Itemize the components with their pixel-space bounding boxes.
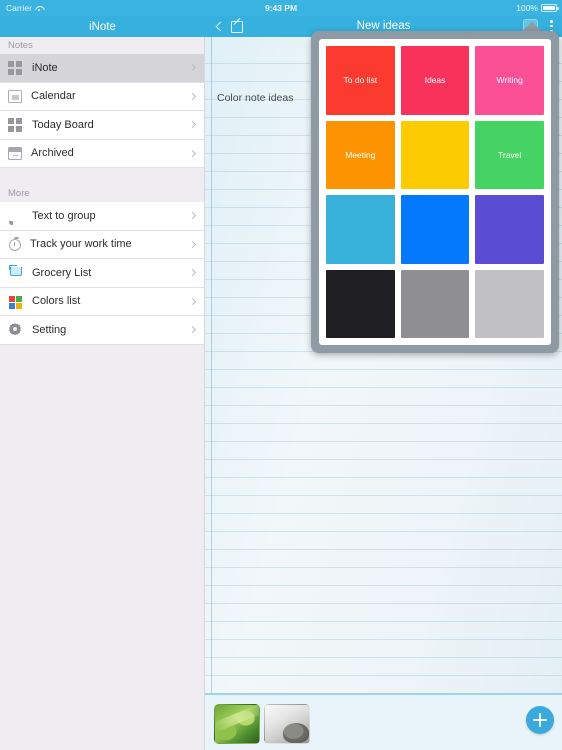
- margin-line: [211, 37, 212, 693]
- color-swatch-4[interactable]: Meeting: [326, 120, 395, 189]
- status-bar-right: 100%: [516, 3, 559, 13]
- speech-bubble-icon: [8, 208, 23, 223]
- sidebar-item-inote[interactable]: iNote: [0, 54, 204, 83]
- color-swatch-label: Ideas: [424, 75, 446, 86]
- ruled-line: [205, 477, 562, 478]
- ruled-line: [205, 369, 562, 370]
- color-swatch-label: Writing: [496, 75, 523, 86]
- sidebar-item-track-work-time[interactable]: Track your work time: [0, 230, 204, 259]
- color-swatch-9[interactable]: [475, 195, 544, 264]
- ruled-line: [205, 621, 562, 622]
- sidebar-item-grocery-list[interactable]: Grocery List: [0, 259, 204, 288]
- color-picker-popup: To do list Ideas Writing Meeting Travel: [311, 31, 559, 353]
- sidebar-item-label: Text to group: [32, 209, 96, 222]
- color-swatch-10[interactable]: [326, 269, 395, 338]
- archive-box-icon: [8, 147, 22, 161]
- sidebar-item-label: Setting: [32, 323, 67, 336]
- sidebar-item-label: Colors list: [32, 295, 81, 308]
- sidebar-item-label: Today Board: [32, 118, 94, 131]
- chevron-right-icon: [188, 212, 197, 220]
- shopping-cart-icon: [8, 265, 23, 280]
- sidebar-item-label: Grocery List: [32, 266, 92, 279]
- sidebar-section-header-more: More: [8, 188, 30, 199]
- ruled-line: [205, 513, 562, 514]
- chevron-right-icon: [188, 297, 197, 305]
- sidebar-item-setting[interactable]: Setting: [0, 316, 204, 345]
- color-swatch-11[interactable]: [400, 269, 470, 338]
- sidebar-item-label: Calendar: [31, 90, 76, 103]
- plus-icon[interactable]: [526, 706, 554, 734]
- color-swatch-12[interactable]: [475, 269, 544, 338]
- battery-icon: [541, 4, 559, 12]
- chevron-right-icon: [188, 240, 197, 248]
- color-swatch-3[interactable]: Writing: [475, 46, 544, 115]
- ruled-line: [205, 675, 562, 676]
- ruled-line: [205, 549, 562, 550]
- ruled-line: [205, 387, 562, 388]
- color-swatch-8[interactable]: [400, 195, 470, 264]
- status-bar: Carrier 9:43 PM 100%: [0, 0, 562, 16]
- color-swatch-2[interactable]: Ideas: [400, 46, 470, 115]
- chevron-right-icon: [188, 269, 197, 277]
- ruled-line: [205, 441, 562, 442]
- color-swatch-5[interactable]: [400, 120, 470, 189]
- color-swatch-label: Travel: [498, 149, 522, 160]
- color-swatch-6[interactable]: Travel: [475, 120, 544, 189]
- ruled-line: [205, 639, 562, 640]
- color-swatch-grid: To do list Ideas Writing Meeting Travel: [319, 39, 551, 345]
- color-swatch-1[interactable]: To do list: [326, 46, 395, 115]
- ruled-line: [205, 405, 562, 406]
- chevron-right-icon: [188, 92, 197, 100]
- ruled-line: [205, 459, 562, 460]
- color-squares-icon: [8, 294, 23, 309]
- sidebar: Notes iNote Calendar Today Board Archive…: [0, 37, 205, 750]
- ruled-line: [205, 657, 562, 658]
- ruled-line: [205, 603, 562, 604]
- sidebar-item-today-board[interactable]: Today Board: [0, 111, 204, 140]
- status-bar-time: 9:43 PM: [264, 3, 298, 13]
- stopwatch-icon: [9, 237, 21, 252]
- green-plant-photo[interactable]: [214, 704, 260, 744]
- sidebar-item-colors-list[interactable]: Colors list: [0, 287, 204, 316]
- battery-percent-label: 100%: [516, 3, 538, 13]
- calendar-icon: [8, 90, 22, 104]
- grid-four-icon: [8, 117, 23, 133]
- frog-photo[interactable]: [264, 704, 310, 744]
- sidebar-navbar: iNote: [0, 16, 205, 37]
- app-title: iNote: [89, 20, 116, 33]
- note-body-text[interactable]: Color note ideas: [217, 92, 293, 104]
- chevron-right-icon: [188, 149, 197, 157]
- chevron-right-icon: [188, 64, 197, 72]
- grid-four-icon: [8, 60, 23, 76]
- sidebar-item-archived[interactable]: Archived: [0, 139, 204, 168]
- sidebar-item-label: Track your work time: [30, 238, 132, 251]
- chevron-right-icon: [188, 121, 197, 129]
- chevron-right-icon: [188, 326, 197, 334]
- ruled-line: [205, 495, 562, 496]
- color-swatch-label: Meeting: [345, 149, 376, 160]
- ruled-line: [205, 567, 562, 568]
- sidebar-item-label: Archived: [31, 147, 74, 160]
- sidebar-item-label: iNote: [32, 61, 58, 74]
- sidebar-section-header-notes: Notes: [8, 40, 33, 51]
- color-swatch-label: To do list: [343, 75, 378, 86]
- ruled-line: [205, 531, 562, 532]
- ruled-line: [205, 423, 562, 424]
- ruled-line: [205, 585, 562, 586]
- attachment-bar: [205, 693, 562, 750]
- gear-icon: [8, 322, 23, 337]
- sidebar-item-text-to-group[interactable]: Text to group: [0, 202, 204, 231]
- color-swatch-7[interactable]: [326, 195, 395, 264]
- sidebar-item-calendar[interactable]: Calendar: [0, 82, 204, 111]
